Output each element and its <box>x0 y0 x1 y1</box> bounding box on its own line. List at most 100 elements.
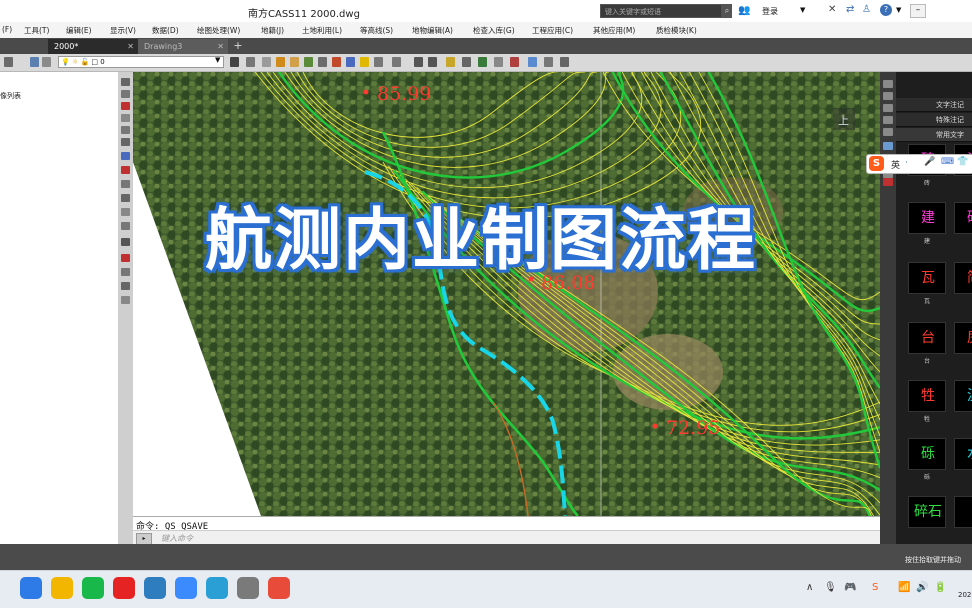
block-icon[interactable] <box>290 57 299 67</box>
sogou-tray-icon[interactable]: S <box>872 582 878 593</box>
clock[interactable]: 2023 <box>958 591 972 599</box>
rotate-icon[interactable] <box>121 296 130 304</box>
help-icon[interactable]: ? <box>880 4 892 16</box>
command-line[interactable]: ▸ 键入命令 <box>133 530 880 545</box>
region-icon[interactable] <box>121 208 130 216</box>
menu-file[interactable]: (F) <box>2 25 12 34</box>
layer-props-icon[interactable] <box>30 57 39 67</box>
panel-section-common-text[interactable]: 常用文字 <box>896 128 972 142</box>
recorder-app[interactable] <box>268 577 290 599</box>
menu-qc[interactable]: 质检模块(K) <box>656 25 697 36</box>
water-icon[interactable] <box>346 57 355 67</box>
menu-drawing[interactable]: 绘图处理(W) <box>197 25 240 36</box>
add-tab-button[interactable]: + <box>232 40 244 52</box>
pencil-icon[interactable] <box>446 57 455 67</box>
search-icon[interactable]: ⌕ <box>722 4 732 18</box>
symbol-tile[interactable]: 简 <box>954 262 972 294</box>
ellipse-icon[interactable] <box>121 166 130 174</box>
record-icon[interactable] <box>883 178 893 186</box>
menu-tools[interactable]: 工具(T) <box>24 25 49 36</box>
symbol-tile[interactable]: 建 <box>908 202 946 234</box>
ime-toolbar[interactable]: S 英 · 🎤 ⌨ 👕 <box>866 154 972 174</box>
volume-icon[interactable]: 🔊 <box>916 582 928 593</box>
menu-check[interactable]: 检查入库(G) <box>473 25 515 36</box>
office-app[interactable] <box>113 577 135 599</box>
game-icon[interactable]: 🎮 <box>844 582 856 593</box>
layer-state-icon[interactable] <box>42 57 51 67</box>
pan-icon[interactable] <box>560 57 569 67</box>
autocad-app[interactable] <box>206 577 228 599</box>
polygon-icon[interactable] <box>121 102 130 110</box>
polyline-icon[interactable] <box>121 90 130 98</box>
menu-contours[interactable]: 等高线(S) <box>360 25 393 36</box>
login-button[interactable]: 登录 <box>762 6 778 17</box>
menu-other[interactable]: 其他应用(M) <box>593 25 635 36</box>
nav-icon[interactable] <box>883 80 893 88</box>
battery-icon[interactable]: 🔋 <box>934 582 946 593</box>
exchange-icon[interactable]: ⇄ <box>846 4 854 15</box>
menu-engineering[interactable]: 工程应用(C) <box>532 25 573 36</box>
road-icon[interactable] <box>332 57 341 67</box>
chevron-down-icon[interactable]: ▼ <box>800 6 805 14</box>
chevron-up-icon[interactable]: ∧ <box>806 582 813 593</box>
tab-drawing3[interactable]: Drawing3 ✕ <box>138 39 228 54</box>
skin-icon[interactable]: 👕 <box>957 157 968 167</box>
tab-2000[interactable]: 2000* ✕ <box>48 39 138 54</box>
search-input[interactable]: 键入关键字或短语 <box>600 4 722 18</box>
move-icon[interactable] <box>121 268 130 276</box>
view-cube[interactable]: 上 <box>833 108 855 130</box>
symbol-tile[interactable] <box>954 496 972 528</box>
punctuation-icon[interactable]: · <box>905 158 908 168</box>
symbol-tile[interactable]: 台 <box>908 322 946 354</box>
point-icon[interactable] <box>510 57 519 67</box>
symbol-tile[interactable]: 牲 <box>908 380 946 412</box>
layer-select[interactable]: 💡 ☼ 🔓 □ 0 <box>58 56 224 68</box>
zoom-extents-icon[interactable] <box>883 128 893 136</box>
account-icon[interactable]: ♙ <box>862 4 871 15</box>
spline-icon[interactable] <box>121 152 130 160</box>
menu-data[interactable]: 数据(D) <box>152 25 179 36</box>
panel-section-text-annotation[interactable]: 文字注记 <box>896 98 972 112</box>
table-icon[interactable] <box>121 222 130 230</box>
linetype-icon[interactable] <box>230 57 239 67</box>
redo-icon[interactable] <box>392 57 401 67</box>
match-layer-icon[interactable] <box>246 57 255 67</box>
insert-block-icon[interactable] <box>121 180 130 188</box>
contour-icon[interactable] <box>478 57 487 67</box>
symbol-tile[interactable]: 碎石 <box>908 496 946 528</box>
hatch-icon[interactable] <box>121 194 130 202</box>
polyline-icon[interactable] <box>276 57 285 67</box>
menu-view[interactable]: 显示(V) <box>110 25 136 36</box>
orbit-icon[interactable] <box>883 104 893 112</box>
layer-icon[interactable] <box>883 142 893 150</box>
close-icon[interactable]: ✕ <box>828 4 836 15</box>
qqmail-app[interactable] <box>20 577 42 599</box>
menu-cadastre[interactable]: 地籍(J) <box>261 25 284 36</box>
line-icon[interactable] <box>121 78 130 86</box>
panel-section-special-annotation[interactable]: 特殊注记 <box>896 113 972 127</box>
freeze-icon[interactable] <box>262 57 271 67</box>
properties-icon[interactable] <box>414 57 423 67</box>
house-icon[interactable] <box>318 57 327 67</box>
close-icon[interactable]: ✕ <box>217 39 224 54</box>
measure-icon[interactable] <box>462 57 471 67</box>
cass-app[interactable] <box>144 577 166 599</box>
symbol-tile[interactable]: 砼 <box>954 202 972 234</box>
layer-icon[interactable] <box>4 57 13 67</box>
drawing-canvas[interactable]: 85.99 86.08 72.95 上 航测内业制图流程 <box>133 72 880 516</box>
menu-edit[interactable]: 编辑(E) <box>66 25 92 36</box>
highlight-icon[interactable] <box>360 57 369 67</box>
table-icon[interactable] <box>494 57 503 67</box>
microphone-icon[interactable]: 🎙 <box>824 582 837 593</box>
copy-icon[interactable] <box>121 282 130 290</box>
minimize-button[interactable]: – <box>910 4 926 18</box>
tree-icon[interactable] <box>304 57 313 67</box>
rectangle-icon[interactable] <box>121 114 130 122</box>
circle-icon[interactable] <box>121 138 130 146</box>
grid-icon[interactable] <box>428 57 437 67</box>
settings-app[interactable] <box>237 577 259 599</box>
zoom-icon[interactable] <box>883 116 893 124</box>
user-icon[interactable]: 👥 <box>738 4 750 18</box>
arc-icon[interactable] <box>121 126 130 134</box>
menu-feature-edit[interactable]: 地物编辑(A) <box>412 25 453 36</box>
